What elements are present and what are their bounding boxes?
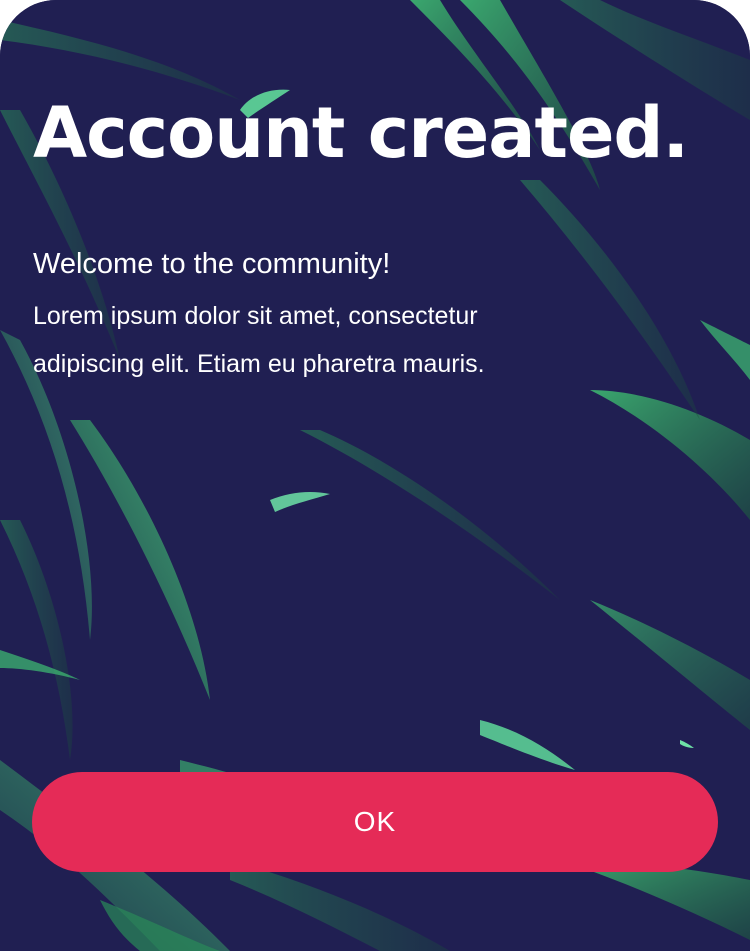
ok-button[interactable]: OK (32, 772, 718, 872)
page-title: Account created. (33, 92, 689, 174)
welcome-message: Welcome to the community! (33, 248, 391, 280)
description-text: Lorem ipsum dolor sit amet, consectetur … (33, 302, 485, 378)
account-created-card: Account created. Welcome to the communit… (0, 0, 750, 951)
